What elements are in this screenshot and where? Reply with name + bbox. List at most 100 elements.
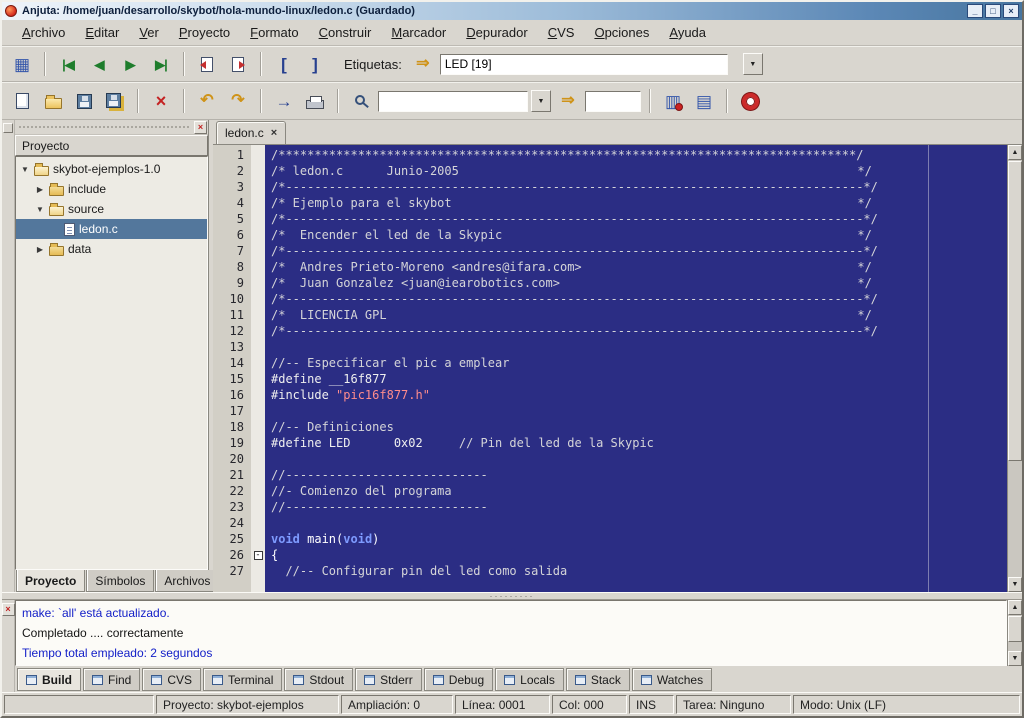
menu-item[interactable]: Formato bbox=[240, 21, 308, 44]
print-button[interactable] bbox=[301, 87, 329, 115]
close-button[interactable]: × bbox=[1003, 4, 1019, 18]
code-editor[interactable]: 1 /*************************************… bbox=[213, 145, 1007, 592]
sidebar-tab[interactable]: Símbolos bbox=[86, 570, 155, 592]
new-file-button[interactable] bbox=[8, 87, 36, 115]
tree-item[interactable]: ▼ source bbox=[16, 199, 207, 219]
redo-button[interactable]: ↷ bbox=[224, 87, 252, 115]
menu-item[interactable]: Ver bbox=[129, 21, 169, 44]
next-message-button[interactable] bbox=[224, 50, 252, 78]
tags-combo-input[interactable] bbox=[439, 53, 728, 75]
panel-tab[interactable]: Build bbox=[17, 668, 81, 691]
search-input[interactable] bbox=[378, 90, 528, 112]
save-all-button[interactable] bbox=[101, 87, 129, 115]
tree-item[interactable]: ▶ data bbox=[16, 239, 207, 259]
close-file-button[interactable]: × bbox=[147, 87, 175, 115]
panel-tab[interactable]: Terminal bbox=[203, 668, 283, 691]
minimize-button[interactable]: _ bbox=[967, 4, 983, 18]
messages-close-button[interactable]: × bbox=[1, 603, 15, 616]
tree-item[interactable]: ledon.c bbox=[16, 219, 207, 239]
code-line: 20 bbox=[213, 451, 1007, 467]
menu-item[interactable]: Editar bbox=[75, 21, 129, 44]
toolbar-separator bbox=[726, 89, 728, 113]
open-file-button[interactable] bbox=[39, 87, 67, 115]
menu-item[interactable]: Marcador bbox=[381, 21, 456, 44]
sidebar-tab[interactable]: Archivos bbox=[155, 570, 220, 592]
last-bookmark-button[interactable]: ▶| bbox=[147, 50, 175, 78]
menu-item[interactable]: Opciones bbox=[584, 21, 659, 44]
line-number: 9 bbox=[236, 276, 244, 290]
line-entry-input[interactable] bbox=[585, 90, 641, 112]
block-start-button[interactable]: [ bbox=[270, 50, 298, 78]
menu-item[interactable]: Depurador bbox=[456, 21, 537, 44]
notebook-button[interactable]: ▥ bbox=[659, 87, 687, 115]
dock-handle-button[interactable] bbox=[3, 123, 13, 133]
find-button[interactable] bbox=[347, 87, 375, 115]
save-button[interactable] bbox=[70, 87, 98, 115]
tree-item[interactable]: ▼ skybot-ejemplos-1.0 bbox=[16, 159, 207, 179]
scroll-up-button[interactable]: ▲ bbox=[1008, 600, 1022, 615]
editor-tab[interactable]: ledon.c × bbox=[216, 121, 287, 144]
pane-splitter[interactable] bbox=[2, 592, 1022, 600]
menu-item[interactable]: Construir bbox=[309, 21, 382, 44]
context-help-button[interactable] bbox=[736, 87, 764, 115]
panel-tab[interactable]: Stdout bbox=[284, 668, 354, 691]
scrollbar-track[interactable] bbox=[1008, 160, 1022, 577]
toolbar-separator bbox=[260, 52, 262, 76]
next-bookmark-button[interactable]: ▶ bbox=[116, 50, 144, 78]
panel-tab[interactable]: Stack bbox=[565, 668, 630, 691]
first-bookmark-button[interactable]: |◀ bbox=[54, 50, 82, 78]
panel-tab[interactable]: Stderr bbox=[355, 668, 422, 691]
sidebar-tab[interactable]: Proyecto bbox=[16, 570, 86, 592]
build-messages: make: `all' está actualizado. Completado… bbox=[15, 600, 1007, 666]
first-icon: |◀ bbox=[62, 56, 75, 72]
fold-minus-icon[interactable]: - bbox=[253, 550, 263, 560]
code-text: /*--------------------------------------… bbox=[271, 244, 878, 258]
prev-message-button[interactable] bbox=[193, 50, 221, 78]
scrollbar-thumb[interactable] bbox=[1008, 616, 1022, 642]
tag-jump-button[interactable]: ⇒ bbox=[409, 50, 437, 78]
search-jump-button[interactable]: ⇒ bbox=[554, 87, 582, 115]
tree-item[interactable]: ▶ include bbox=[16, 179, 207, 199]
goto-line-button[interactable]: → bbox=[270, 87, 298, 115]
search-dropdown-button[interactable]: ▼ bbox=[531, 90, 551, 112]
menu-item[interactable]: Ayuda bbox=[659, 21, 716, 44]
title-bar[interactable]: Anjuta: /home/juan/desarrollo/skybot/hol… bbox=[2, 2, 1022, 20]
fold-margin: - bbox=[251, 547, 265, 563]
code-text: /*--------------------------------------… bbox=[271, 292, 878, 306]
code-text: /* Juan Gonzalez <juan@iearobotics.com> *… bbox=[271, 276, 872, 290]
sidebar-close-button[interactable]: × bbox=[194, 120, 207, 134]
maximize-button[interactable]: □ bbox=[985, 4, 1001, 18]
scrollbar-thumb[interactable] bbox=[1008, 161, 1022, 461]
prev-bookmark-button[interactable]: ◀ bbox=[85, 50, 113, 78]
panel-tab[interactable]: Locals bbox=[495, 668, 564, 691]
notebook-icon: ▥ bbox=[664, 91, 684, 111]
tree-expander-icon[interactable]: ▼ bbox=[35, 205, 45, 214]
tree-expander-icon[interactable]: ▶ bbox=[35, 185, 45, 194]
panel-tab[interactable]: Find bbox=[83, 668, 141, 691]
menu-item[interactable]: CVS bbox=[538, 21, 585, 44]
scroll-up-button[interactable]: ▲ bbox=[1008, 145, 1022, 160]
menu-item[interactable]: Archivo bbox=[12, 21, 75, 44]
panel-tab[interactable]: Watches bbox=[631, 668, 713, 691]
message-line[interactable]: Completado .... correctamente bbox=[22, 623, 1000, 643]
log-window-button[interactable]: ▤ bbox=[690, 87, 718, 115]
scroll-down-button[interactable]: ▼ bbox=[1008, 651, 1022, 666]
code-line: 1 /*************************************… bbox=[213, 147, 1007, 163]
panel-tab-label: CVS bbox=[167, 672, 193, 687]
tab-close-icon[interactable]: × bbox=[271, 127, 277, 139]
message-line[interactable]: make: `all' está actualizado. bbox=[22, 603, 1000, 623]
tree-expander-icon[interactable]: ▶ bbox=[35, 245, 45, 254]
undo-button[interactable]: ↶ bbox=[193, 87, 221, 115]
sidebar-grip[interactable]: × bbox=[15, 120, 208, 135]
message-line[interactable]: Tiempo total empleado: 2 segundos bbox=[22, 643, 1000, 663]
scroll-down-button[interactable]: ▼ bbox=[1008, 577, 1022, 592]
tags-grid-button[interactable]: ▦ bbox=[8, 50, 36, 78]
panel-tab[interactable]: CVS bbox=[142, 668, 202, 691]
scrollbar-track[interactable] bbox=[1008, 615, 1022, 651]
menu-item[interactable]: Proyecto bbox=[169, 21, 240, 44]
block-end-button[interactable]: ] bbox=[301, 50, 329, 78]
tree-expander-icon[interactable]: ▼ bbox=[20, 165, 30, 174]
tags-dropdown-button[interactable]: ▼ bbox=[742, 53, 763, 75]
fold-margin bbox=[251, 531, 265, 547]
panel-tab[interactable]: Debug bbox=[423, 668, 494, 691]
